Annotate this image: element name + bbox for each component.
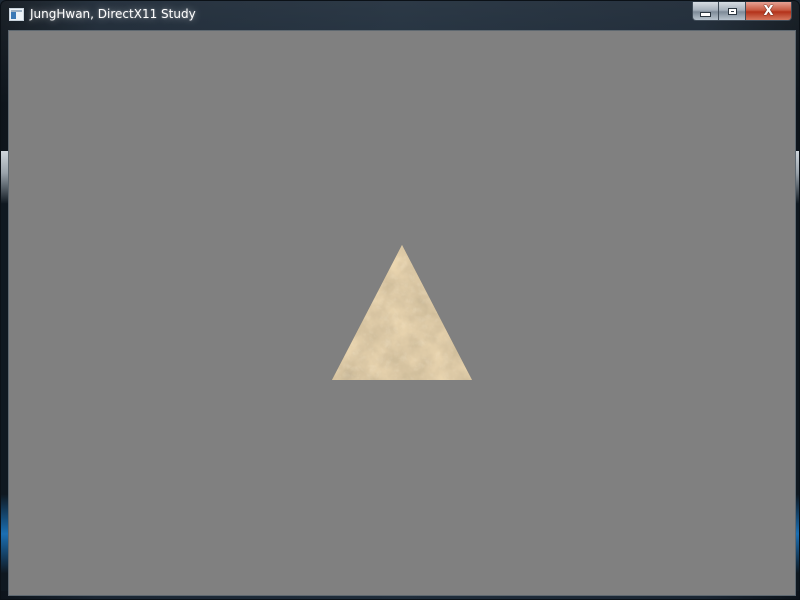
- minimize-button[interactable]: [692, 2, 719, 21]
- render-viewport[interactable]: [8, 30, 796, 596]
- maximize-button[interactable]: [719, 2, 746, 21]
- render-canvas: [332, 245, 472, 380]
- close-button[interactable]: X: [746, 2, 792, 21]
- title-bar[interactable]: JungHwan, DirectX11 Study X: [1, 1, 799, 29]
- close-icon: X: [763, 3, 774, 19]
- maximize-icon: [727, 7, 737, 15]
- window-controls: X: [692, 2, 792, 21]
- window-frame-left: [1, 151, 8, 591]
- app-window: JungHwan, DirectX11 Study X: [0, 0, 800, 600]
- window-app-icon[interactable]: [9, 8, 24, 21]
- textured-triangle: [332, 245, 472, 380]
- minimize-icon: [700, 11, 711, 17]
- window-title: JungHwan, DirectX11 Study: [30, 7, 196, 21]
